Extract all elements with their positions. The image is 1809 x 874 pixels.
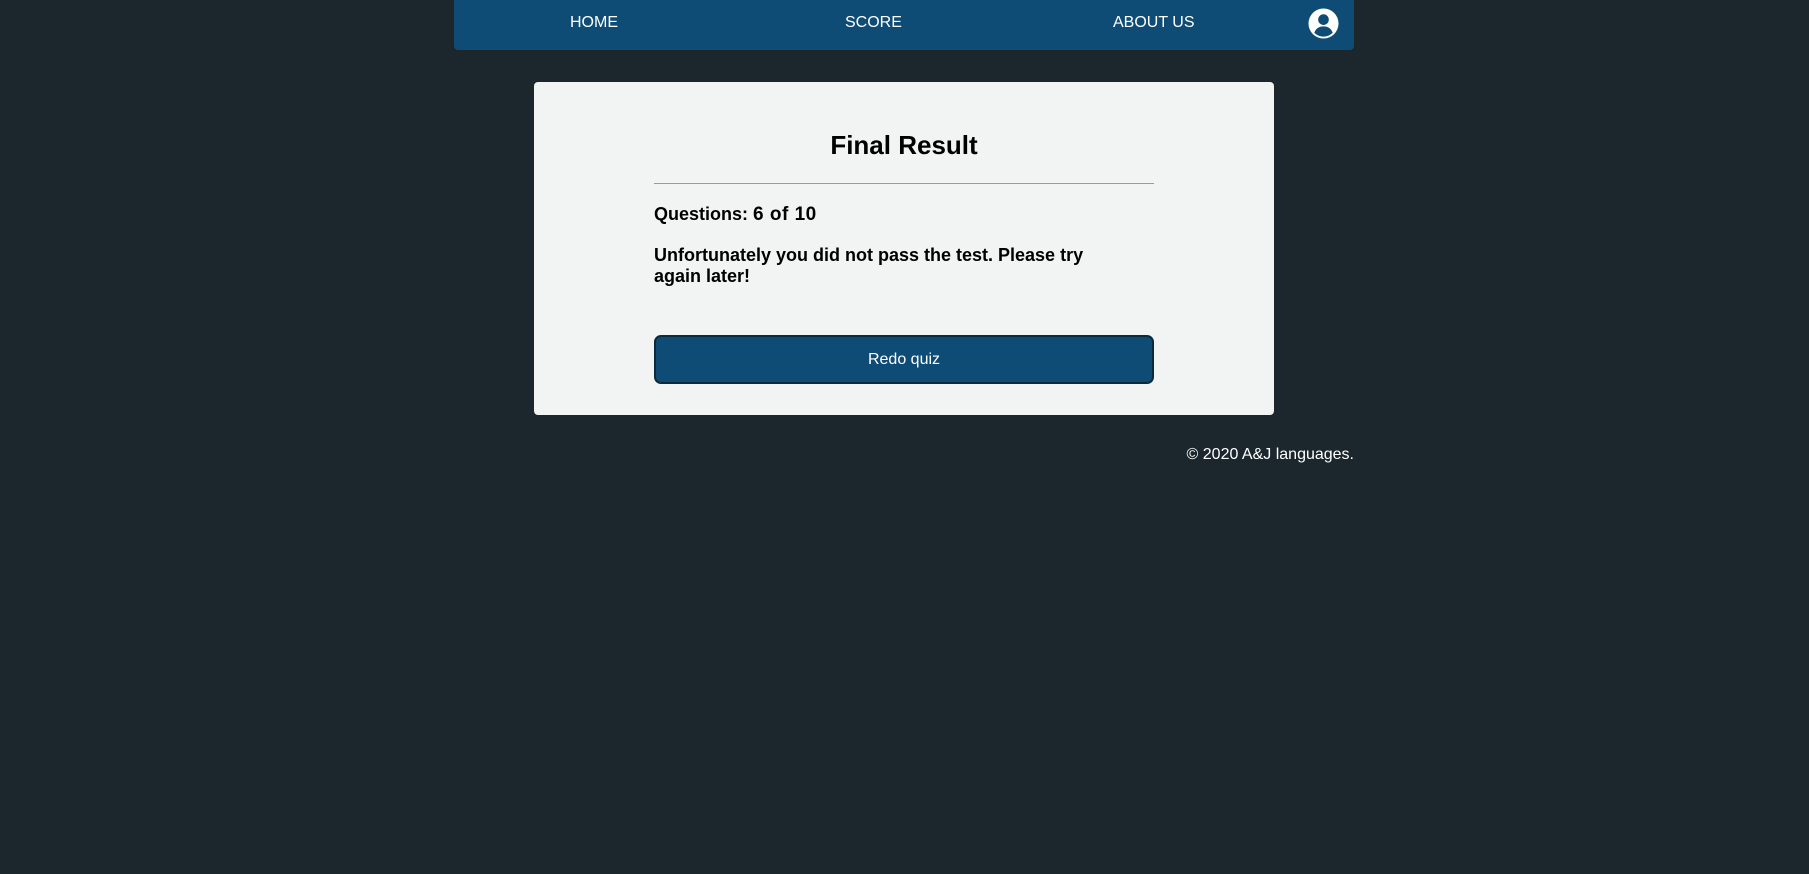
navbar: HOME SCORE ABOUT US xyxy=(454,0,1354,50)
questions-label: Questions: xyxy=(654,204,754,224)
title-divider xyxy=(654,183,1154,184)
user-circle-icon[interactable] xyxy=(1308,8,1339,39)
questions-score-value: 6 of 10 xyxy=(753,204,817,225)
nav-score-link[interactable]: SCORE xyxy=(845,14,902,32)
nav-home-link[interactable]: HOME xyxy=(570,14,618,32)
footer-copyright: © 2020 A&J languages. xyxy=(1186,446,1354,463)
questions-summary: Questions: 6 of 10 xyxy=(654,204,817,226)
nav-about-link[interactable]: ABOUT US xyxy=(1113,14,1195,32)
page-title: Final Result xyxy=(830,130,978,160)
result-message: Unfortunately you did not pass the test.… xyxy=(654,245,1084,286)
result-card: Final Result Questions: 6 of 10 Unfortun… xyxy=(534,82,1274,415)
redo-quiz-button[interactable]: Redo quiz xyxy=(654,335,1154,384)
